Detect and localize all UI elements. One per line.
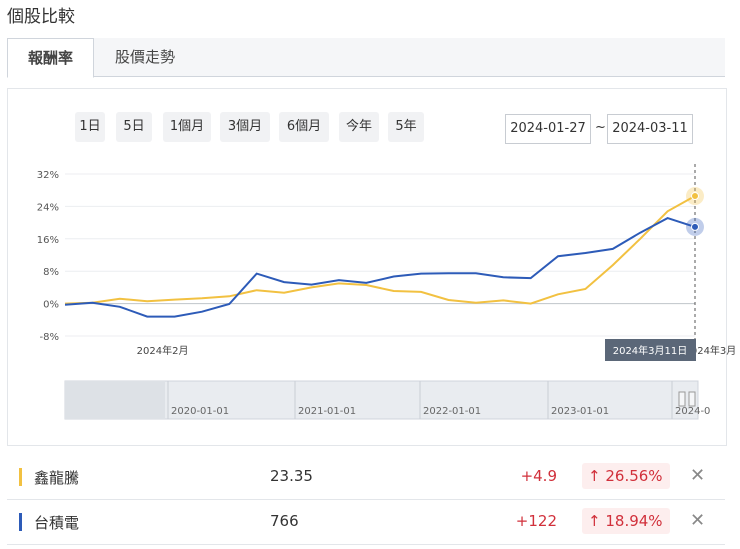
stock-pct-badge: ↑ 26.56% xyxy=(582,463,670,489)
stock-row-xlt: 鑫龍騰 23.35 +4.9 ↑ 26.56% ✕ xyxy=(7,455,725,500)
range-button-6m[interactable]: 6個月 xyxy=(279,112,329,142)
series-color-marker xyxy=(19,513,22,531)
series-color-marker xyxy=(19,468,22,486)
up-arrow-icon: ↑ xyxy=(588,512,601,530)
tab-return[interactable]: 報酬率 xyxy=(7,38,95,78)
tab-price-trend[interactable]: 股價走勢 xyxy=(95,38,195,76)
date-to-input[interactable]: 2024-03-11 xyxy=(607,114,693,144)
range-button-ytd[interactable]: 今年 xyxy=(339,112,379,142)
date-from-input[interactable]: 2024-01-27 xyxy=(505,114,591,144)
close-icon[interactable]: ✕ xyxy=(690,510,705,531)
close-icon[interactable]: ✕ xyxy=(690,465,705,486)
range-button-5d[interactable]: 5日 xyxy=(116,112,152,142)
range-button-5y[interactable]: 5年 xyxy=(388,112,424,142)
range-button-1d[interactable]: 1日 xyxy=(75,112,105,142)
stock-name: 台積電 xyxy=(34,514,80,532)
tab-bar: 報酬率 股價走勢 xyxy=(7,38,725,78)
stock-change: +4.9 xyxy=(520,467,557,485)
page-title: 個股比較 xyxy=(7,7,75,27)
range-button-3m[interactable]: 3個月 xyxy=(220,112,270,142)
stock-pct-badge: ↑ 18.94% xyxy=(582,508,670,534)
stock-price: 23.35 xyxy=(270,467,313,485)
range-button-1m[interactable]: 1個月 xyxy=(163,112,211,142)
up-arrow-icon: ↑ xyxy=(588,467,601,485)
date-separator: ~ xyxy=(595,120,606,135)
stock-pct: 18.94% xyxy=(605,512,663,530)
chart-panel: 1日 5日 1個月 3個月 6個月 今年 5年 2024-01-27 ~ 202… xyxy=(7,88,727,446)
stock-row-tsmc: 台積電 766 +122 ↑ 18.94% ✕ xyxy=(7,500,725,545)
stock-name: 鑫龍騰 xyxy=(34,469,80,487)
stock-change: +122 xyxy=(515,512,557,530)
stock-price: 766 xyxy=(270,512,299,530)
stock-pct: 26.56% xyxy=(605,467,663,485)
